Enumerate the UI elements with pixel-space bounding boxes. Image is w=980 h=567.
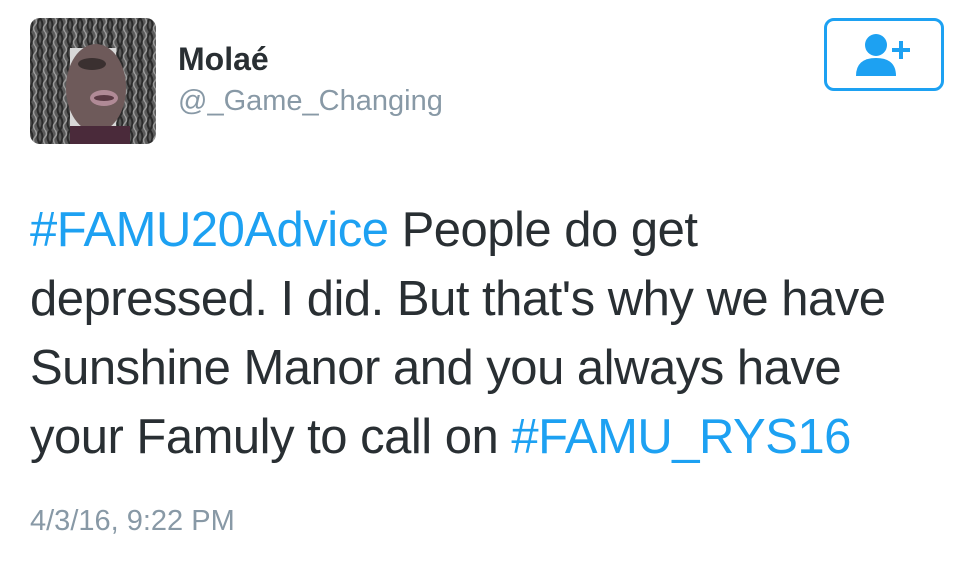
avatar-image bbox=[30, 18, 156, 144]
hashtag-link[interactable]: #FAMU_RYS16 bbox=[511, 410, 851, 464]
tweet-timestamp[interactable]: 4/3/16, 9:22 PM bbox=[30, 503, 235, 539]
tweet-line: your Famuly to call on #FAMU_RYS16 bbox=[30, 403, 950, 472]
avatar[interactable] bbox=[30, 18, 156, 144]
tweet-text-segment: People do get bbox=[388, 203, 698, 257]
tweet-text-segment: your Famuly to call on bbox=[30, 410, 512, 464]
tweet-line: Sunshine Manor and you always have bbox=[30, 341, 842, 395]
tweet-line: depressed. I did. But that's why we have bbox=[30, 272, 886, 326]
tweet-line: #FAMU20Advice People do get bbox=[30, 196, 950, 265]
hashtag-link[interactable]: #FAMU20Advice bbox=[30, 203, 389, 257]
display-name[interactable]: Molaé bbox=[178, 40, 269, 78]
follow-button[interactable] bbox=[824, 18, 944, 91]
tweet-card: Molaé @_Game_Changing #FAMU20Advice Peop… bbox=[0, 0, 980, 567]
tweet-text: #FAMU20Advice People do get depressed. I… bbox=[30, 196, 950, 472]
user-handle[interactable]: @_Game_Changing bbox=[178, 84, 443, 118]
add-user-icon bbox=[856, 33, 910, 76]
